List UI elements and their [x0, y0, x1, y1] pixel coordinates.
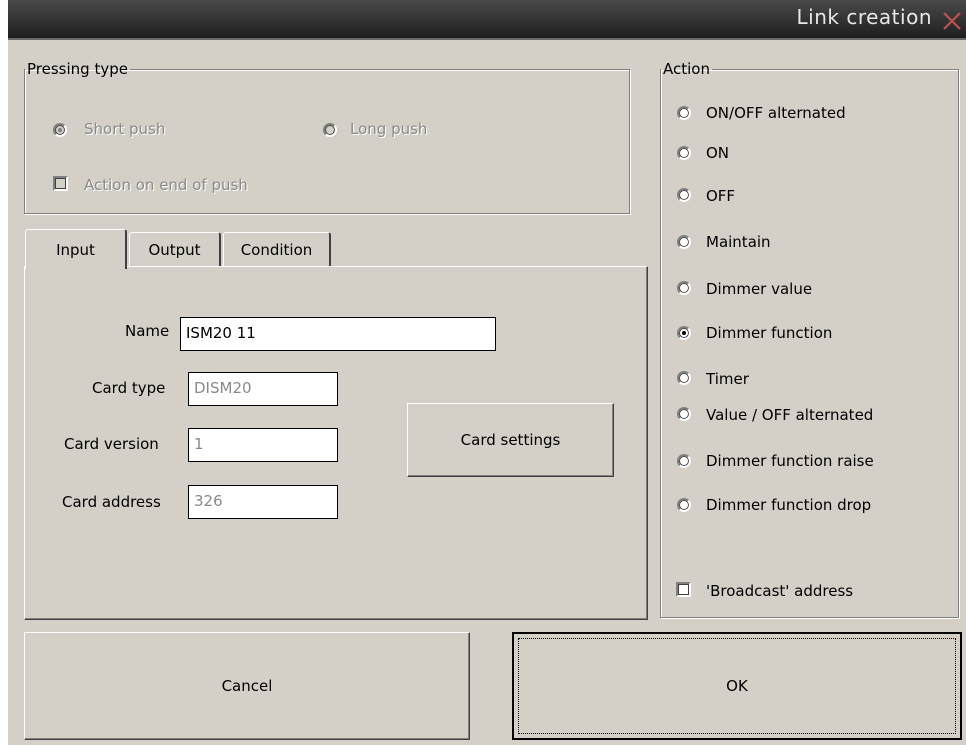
- card-type-label: Card type: [92, 379, 166, 397]
- action-label-off: OFF: [706, 187, 736, 205]
- action-label-dimmer-function-drop: Dimmer function drop: [706, 496, 872, 514]
- action-radio-dimmer-value[interactable]: [677, 281, 691, 295]
- action-label-timer: Timer: [706, 370, 749, 388]
- ok-button[interactable]: OK: [512, 632, 962, 740]
- card-address-field: 326: [188, 485, 338, 519]
- pressing-type-legend: Pressing type: [27, 60, 128, 78]
- action-radio-on[interactable]: [677, 146, 691, 160]
- cancel-button[interactable]: Cancel: [24, 632, 470, 740]
- tab-output[interactable]: Output: [129, 232, 221, 266]
- name-field[interactable]: ISM20 11: [180, 317, 496, 351]
- action-label-dimmer-function-raise: Dimmer function raise: [706, 452, 874, 470]
- title-bar[interactable]: Link creation: [8, 0, 966, 40]
- action-radio-dimmer-function[interactable]: [677, 326, 691, 340]
- long-push-radio[interactable]: [323, 123, 337, 137]
- action-on-end-label: Action on end of push: [84, 176, 248, 194]
- tab-input[interactable]: Input: [25, 229, 127, 269]
- action-radio-value-off-alternated[interactable]: [677, 407, 691, 421]
- action-label-maintain: Maintain: [706, 233, 771, 251]
- name-label: Name: [125, 322, 170, 340]
- action-radio-dimmer-function-drop[interactable]: [677, 498, 691, 512]
- short-push-radio[interactable]: [53, 123, 67, 137]
- action-label-on-off-alternated: ON/OFF alternated: [706, 104, 846, 122]
- close-icon[interactable]: [940, 9, 964, 33]
- action-legend: Action: [663, 60, 710, 78]
- ok-button-label: OK: [726, 677, 748, 695]
- action-radio-on-off-alternated[interactable]: [677, 106, 691, 120]
- window-title: Link creation: [796, 5, 932, 29]
- action-label-on: ON: [706, 144, 730, 162]
- action-radio-dimmer-function-raise[interactable]: [677, 454, 691, 468]
- action-on-end-checkbox[interactable]: [53, 176, 68, 191]
- action-label-dimmer-value: Dimmer value: [706, 280, 813, 298]
- short-push-label: Short push: [84, 120, 166, 138]
- card-type-field: DISM20: [188, 372, 338, 406]
- action-radio-off[interactable]: [677, 188, 691, 202]
- card-version-field: 1: [188, 428, 338, 462]
- long-push-label: Long push: [350, 120, 428, 138]
- action-radio-timer[interactable]: [677, 371, 691, 385]
- action-label-value-off-alternated: Value / OFF alternated: [706, 406, 874, 424]
- card-address-label: Card address: [62, 493, 161, 511]
- card-settings-button[interactable]: Card settings: [407, 403, 614, 477]
- broadcast-address-label: 'Broadcast' address: [706, 582, 854, 600]
- action-label-dimmer-function: Dimmer function: [706, 324, 833, 342]
- tab-condition[interactable]: Condition: [223, 232, 331, 266]
- broadcast-address-checkbox[interactable]: [676, 582, 691, 597]
- action-radio-maintain[interactable]: [677, 235, 691, 249]
- card-version-label: Card version: [64, 435, 159, 453]
